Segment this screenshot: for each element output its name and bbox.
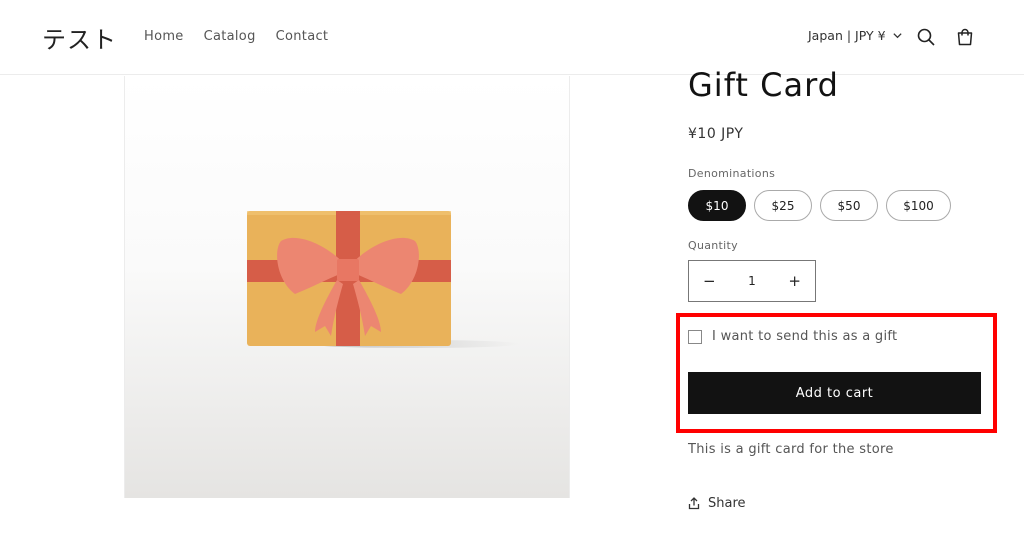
- search-button[interactable]: [915, 26, 937, 48]
- gift-checkbox[interactable]: [688, 329, 702, 344]
- gift-option[interactable]: I want to send this as a gift: [688, 329, 897, 344]
- product-description: This is a gift card for the store: [688, 442, 894, 457]
- denomination-10[interactable]: $10: [688, 190, 746, 221]
- nav-catalog[interactable]: Catalog: [204, 29, 256, 44]
- denominations-label: Denominations: [688, 167, 776, 180]
- product-media[interactable]: [124, 76, 570, 498]
- add-to-cart-button[interactable]: Add to cart: [688, 372, 981, 414]
- nav-home[interactable]: Home: [144, 29, 184, 44]
- denomination-25[interactable]: $25: [754, 190, 812, 221]
- denomination-options: $10 $25 $50 $100: [688, 190, 951, 221]
- chevron-down-icon: [892, 33, 902, 39]
- quantity-decrease-button[interactable]: −: [703, 272, 716, 290]
- locale-selector[interactable]: Japan | JPY ¥: [808, 28, 903, 43]
- site-logo[interactable]: テスト: [42, 20, 117, 55]
- main-nav: Home Catalog Contact: [144, 29, 328, 44]
- gift-card-image: [247, 211, 520, 348]
- share-icon: [688, 497, 700, 510]
- search-icon: [917, 28, 935, 46]
- product-title: Gift Card: [688, 66, 839, 104]
- quantity-stepper: − 1 +: [688, 260, 816, 302]
- nav-contact[interactable]: Contact: [276, 29, 329, 44]
- cart-icon: [957, 28, 973, 46]
- share-button[interactable]: Share: [688, 496, 746, 511]
- site-header: テスト Home Catalog Contact Japan | JPY ¥: [0, 0, 1024, 75]
- denomination-100[interactable]: $100: [886, 190, 951, 221]
- share-label: Share: [708, 496, 746, 511]
- quantity-increase-button[interactable]: +: [788, 272, 801, 290]
- quantity-input[interactable]: 1: [748, 274, 756, 288]
- gift-checkbox-label[interactable]: I want to send this as a gift: [712, 329, 897, 344]
- quantity-label: Quantity: [688, 239, 738, 252]
- product-price: ¥10 JPY: [688, 126, 744, 142]
- cart-button[interactable]: [954, 26, 976, 48]
- denomination-50[interactable]: $50: [820, 190, 878, 221]
- locale-label: Japan | JPY ¥: [808, 28, 886, 43]
